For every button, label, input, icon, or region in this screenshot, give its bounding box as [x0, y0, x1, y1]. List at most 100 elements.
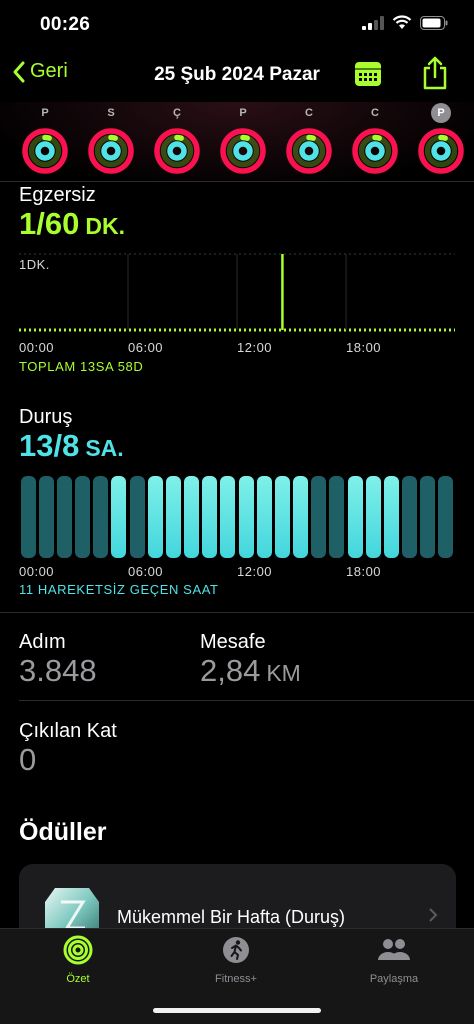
- stand-label: Duruş: [19, 406, 73, 428]
- awards-title: Ödüller: [19, 818, 107, 846]
- day-letter: C: [350, 102, 400, 124]
- people-icon: [378, 939, 410, 960]
- x-tick-label: 06:00: [128, 340, 164, 355]
- steps-value: 3.848: [19, 653, 97, 688]
- tab-sharing[interactable]: Paylaşma: [319, 935, 469, 985]
- activity-rings-icon: [418, 128, 464, 174]
- stand-hour-bar: [20, 476, 36, 558]
- stand-hour-bar: [365, 476, 381, 558]
- distance-unit: KM: [266, 660, 301, 686]
- day-letter-text: C: [305, 107, 313, 119]
- tab-fitness-plus[interactable]: Fitness+: [161, 935, 311, 985]
- floors-label: Çıkılan Kat: [19, 720, 117, 742]
- stand-hour-bar: [383, 476, 399, 558]
- day-column[interactable]: C: [350, 102, 400, 175]
- stand-hour-bar: [38, 476, 54, 558]
- x-tick-label: 12:00: [237, 564, 273, 579]
- activity-rings-icon: [220, 128, 266, 174]
- distance-label: Mesafe: [200, 631, 266, 653]
- day-letter-text: C: [371, 107, 379, 119]
- day-column[interactable]: Ç: [152, 102, 202, 175]
- day-column[interactable]: P: [20, 102, 70, 175]
- stand-hour-bar: [75, 476, 91, 558]
- day-column[interactable]: C: [284, 102, 334, 175]
- stand-hour-bar: [293, 476, 309, 558]
- share-icon: [423, 56, 447, 90]
- x-tick-label: 18:00: [346, 564, 382, 579]
- stand-hour-bar: [56, 476, 72, 558]
- exercise-unit: DK.: [85, 213, 125, 239]
- floors-value: 0: [19, 742, 37, 777]
- day-letter-text: P: [41, 107, 49, 119]
- day-letter-text: Ç: [173, 107, 181, 119]
- nav-bar: Geri 25 Şub 2024 Pazar: [0, 52, 474, 98]
- page-title: 25 Şub 2024 Pazar: [154, 64, 320, 85]
- stand-hour-bar: [220, 476, 236, 558]
- day-letter: P: [218, 102, 268, 124]
- day-letter: S: [86, 102, 136, 124]
- stand-hour-bar: [347, 476, 363, 558]
- day-letter: C: [284, 102, 334, 124]
- calendar-button[interactable]: [354, 61, 382, 92]
- stand-hour-bar: [402, 476, 418, 558]
- divider: [19, 700, 474, 701]
- home-indicator: [153, 1008, 321, 1013]
- exercise-plot: [19, 253, 455, 332]
- status-time: 00:26: [40, 14, 91, 35]
- stand-hour-bar: [238, 476, 254, 558]
- steps-label: Adım: [19, 631, 66, 653]
- tab-label: Paylaşma: [369, 973, 419, 985]
- day-letter: P: [20, 102, 70, 124]
- activity-rings-icon: [286, 128, 332, 174]
- stand-chart: 00:00 06:00 12:00 18:00: [19, 476, 455, 586]
- activity-rings-icon: [22, 128, 68, 174]
- cellular-signal-icon: [362, 15, 384, 30]
- divider: [0, 612, 474, 613]
- day-letter: P: [416, 102, 466, 124]
- share-button[interactable]: [422, 56, 448, 95]
- stand-hour-bar: [165, 476, 181, 558]
- chevron-right-icon: [428, 906, 438, 929]
- x-tick-label: 18:00: [346, 340, 382, 355]
- x-tick-label: 06:00: [128, 564, 164, 579]
- x-tick-label: 00:00: [19, 564, 55, 579]
- calendar-icon: [355, 62, 381, 86]
- day-letter-text: P: [239, 107, 247, 119]
- status-bar: 00:26: [0, 0, 474, 48]
- stand-unit: SA.: [85, 435, 124, 461]
- stand-hour-bar: [111, 476, 127, 558]
- stand-hour-bar: [93, 476, 109, 558]
- stand-hour-bar: [274, 476, 290, 558]
- stand-caption: 11 HAREKETSİZ GEÇEN SAAT: [19, 582, 219, 597]
- exercise-label: Egzersiz: [19, 184, 96, 206]
- week-activity-strip: PSÇPCCP: [0, 102, 474, 182]
- day-letter: Ç: [152, 102, 202, 124]
- activity-rings-icon: [88, 128, 134, 174]
- stand-hour-bar: [147, 476, 163, 558]
- stand-hour-bar: [202, 476, 218, 558]
- exercise-value: 1/60 DK.: [19, 206, 125, 242]
- exercise-chart: 1DK. 00:00 06:00 12:00 18:00: [19, 252, 455, 372]
- divider: [0, 181, 474, 182]
- running-figure-icon: [223, 937, 249, 963]
- stand-hour-bar: [438, 476, 454, 558]
- day-letter-text: S: [107, 107, 115, 119]
- tab-summary[interactable]: Özet: [3, 935, 153, 985]
- battery-icon: [420, 15, 448, 30]
- wifi-icon: [392, 15, 412, 29]
- day-column[interactable]: S: [86, 102, 136, 175]
- stand-hour-bar: [420, 476, 436, 558]
- x-tick-label: 00:00: [19, 340, 55, 355]
- status-icons: [362, 15, 448, 30]
- exercise-caption: TOPLAM 13SA 58D: [19, 359, 144, 374]
- day-column[interactable]: P: [416, 102, 466, 175]
- day-column[interactable]: P: [218, 102, 268, 175]
- x-tick-label: 12:00: [237, 340, 273, 355]
- day-letter-text: P: [431, 103, 451, 123]
- activity-rings-tab-icon: [63, 935, 93, 965]
- stand-hour-bar: [184, 476, 200, 558]
- stand-plot: [19, 476, 455, 558]
- stand-hour-bar: [256, 476, 272, 558]
- stand-hour-bar: [129, 476, 145, 558]
- activity-rings-icon: [352, 128, 398, 174]
